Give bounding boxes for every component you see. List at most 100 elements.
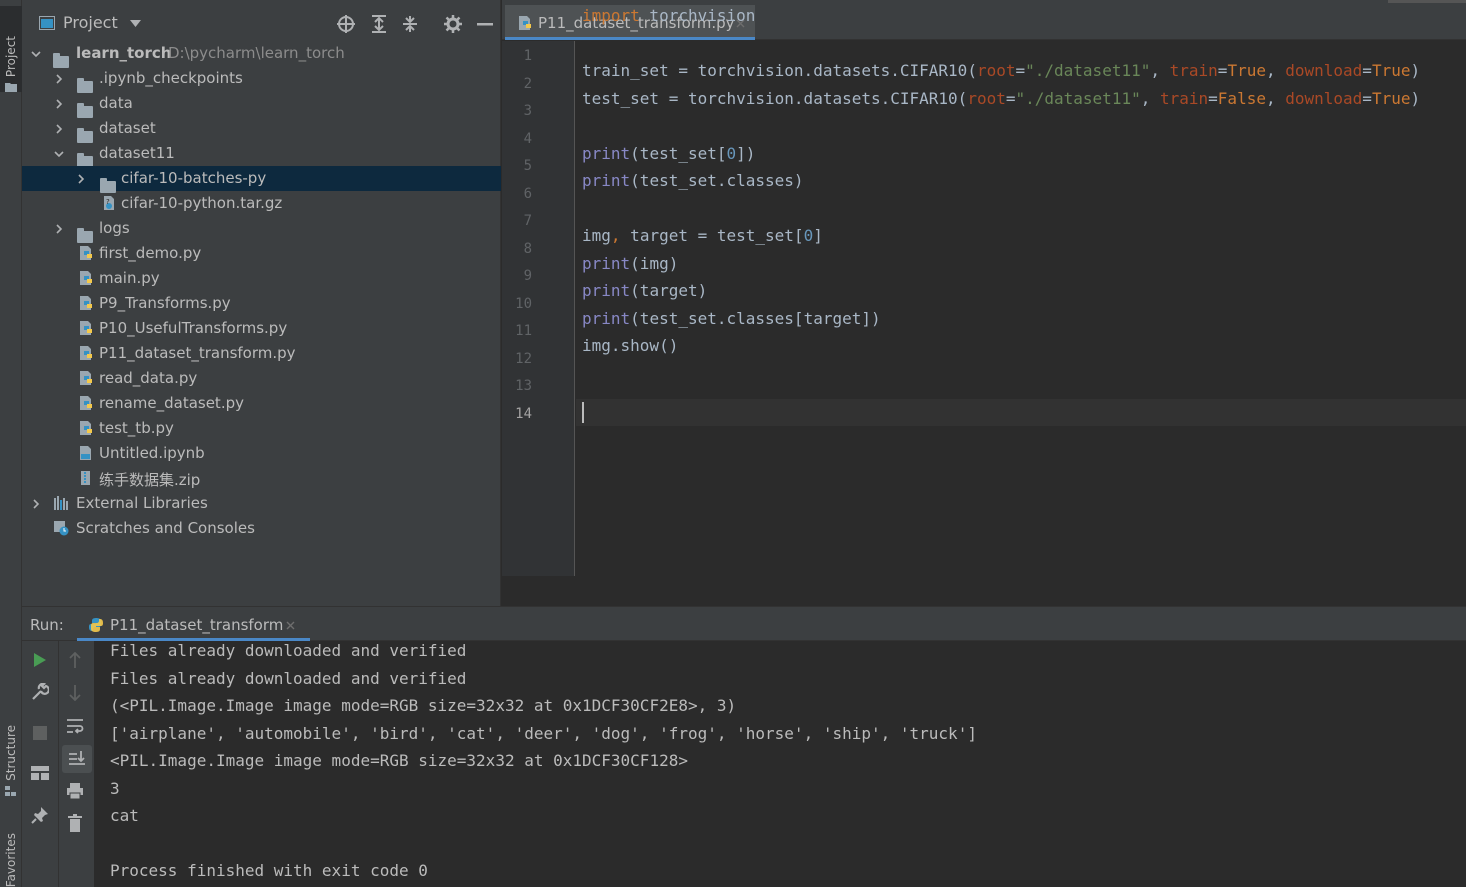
chevron-right-icon[interactable] xyxy=(54,74,64,84)
code-token: = xyxy=(1015,61,1026,80)
expand-all-icon[interactable] xyxy=(371,15,387,33)
code-token: ]) xyxy=(736,144,756,163)
code-line[interactable]: print(test_set.classes) xyxy=(582,171,804,190)
pin-tab-button[interactable] xyxy=(29,804,51,826)
folder-icon xyxy=(5,83,17,92)
clear-all-button[interactable] xyxy=(64,812,86,834)
console-line: Files already downloaded and verified xyxy=(110,641,467,660)
structure-tool-tab[interactable]: Structure xyxy=(0,710,22,796)
favorites-tool-tab[interactable]: Favorites xyxy=(0,815,22,887)
tree-item-p10-usefultransforms-py[interactable]: P10_UsefulTransforms.py xyxy=(22,316,501,341)
python-file-icon xyxy=(80,271,92,285)
tree-item-label: P9_Transforms.py xyxy=(99,294,231,312)
code-token: print xyxy=(582,171,631,190)
code-token: = xyxy=(1208,89,1218,108)
code-token: (test_set.classes[target]) xyxy=(630,309,881,328)
run-panel-header: Run: P11_dataset_transform xyxy=(22,607,1466,641)
tree-item-dataset11[interactable]: dataset11 xyxy=(22,141,501,168)
run-panel-label: Run: xyxy=(30,616,64,634)
soft-wrap-button[interactable] xyxy=(64,715,86,737)
chevron-right-icon[interactable] xyxy=(54,224,64,234)
tree-item-rename-dataset-py[interactable]: rename_dataset.py xyxy=(22,391,501,416)
code-line[interactable]: print(target) xyxy=(582,281,707,300)
editor-gutter: 1 2 3 4 5 6 7 8 9 10 11 12 13 14 xyxy=(502,41,575,576)
project-tool-tab[interactable]: Project xyxy=(0,6,22,92)
tree-item-label: Scratches and Consoles xyxy=(76,519,255,537)
tree-item-main-py[interactable]: main.py xyxy=(22,266,501,291)
code-token: , xyxy=(610,226,621,245)
code-line[interactable]: test_set = torchvision.datasets.CIFAR10(… xyxy=(582,89,1420,108)
tree-item-external-libraries[interactable]: External Libraries xyxy=(22,491,501,516)
chevron-right-icon[interactable] xyxy=(31,499,41,509)
tree-item-logs[interactable]: logs xyxy=(22,216,501,243)
console-line: 3 xyxy=(110,779,120,798)
code-token: = xyxy=(1362,61,1372,80)
code-token: (target) xyxy=(630,281,708,300)
scroll-up-button[interactable] xyxy=(64,649,86,671)
scratches-icon xyxy=(54,521,69,536)
run-tab-p11-dataset-transform[interactable]: P11_dataset_transform xyxy=(77,607,310,641)
code-token: ) xyxy=(1410,61,1421,80)
code-line[interactable]: print(img) xyxy=(582,254,678,273)
editor-scroll-thumb[interactable] xyxy=(1388,0,1466,3)
tree-item-label: main.py xyxy=(99,269,160,287)
code-line[interactable]: import torchvision xyxy=(582,6,755,25)
tree-item-zip-archive[interactable]: 练手数据集.zip xyxy=(22,466,501,491)
gear-icon[interactable] xyxy=(444,15,462,33)
tree-item-cifar-10-python-tar-gz[interactable]: ? cifar-10-python.tar.gz xyxy=(22,191,501,216)
line-number: 4 xyxy=(523,131,532,147)
chevron-down-icon[interactable] xyxy=(54,149,64,159)
tree-item-label: P11_dataset_transform.py xyxy=(99,344,296,362)
chevron-right-icon[interactable] xyxy=(76,174,86,184)
tree-item-data[interactable]: data xyxy=(22,91,501,118)
code-token: , xyxy=(1150,61,1170,80)
tree-item-read-data-py[interactable]: read_data.py xyxy=(22,366,501,391)
rerun-button[interactable] xyxy=(29,649,51,671)
print-button[interactable] xyxy=(64,780,86,802)
chevron-down-icon[interactable] xyxy=(31,49,41,59)
line-number: 9 xyxy=(523,268,532,284)
edit-config-button[interactable] xyxy=(29,681,51,703)
code-line[interactable]: img, target = test_set[0] xyxy=(582,226,823,245)
python-file-icon xyxy=(80,396,92,410)
toolbar-divider xyxy=(58,641,59,887)
console-line: Files already downloaded and verified xyxy=(110,669,467,688)
code-token: "./dataset11" xyxy=(1025,61,1151,80)
tree-item-label: test_tb.py xyxy=(99,419,174,437)
stop-button[interactable] xyxy=(29,722,51,744)
code-token: , xyxy=(1265,89,1286,108)
tree-item-ipynb-checkpoints[interactable]: .ipynb_checkpoints xyxy=(22,66,501,93)
tree-item-label: dataset11 xyxy=(99,144,175,162)
scroll-to-end-toggle[interactable] xyxy=(62,745,92,773)
locate-file-icon[interactable] xyxy=(337,15,355,33)
tree-item-cifar-10-batches-py[interactable]: cifar-10-batches-py xyxy=(22,166,501,193)
tree-item-label: Untitled.ipynb xyxy=(99,444,205,462)
code-line[interactable]: print(test_set[0]) xyxy=(582,144,755,163)
restore-layout-button[interactable] xyxy=(29,762,51,784)
tree-item-label: first_demo.py xyxy=(99,244,202,262)
tree-item-learn-torch[interactable]: learn_torch D:\pycharm\learn_torch xyxy=(22,41,501,68)
code-line[interactable]: train_set = torchvision.datasets.CIFAR10… xyxy=(582,61,1420,80)
close-icon[interactable] xyxy=(286,621,295,630)
tree-item-label: 练手数据集.zip xyxy=(99,471,201,489)
code-token: print xyxy=(582,144,631,163)
hide-panel-icon[interactable] xyxy=(477,23,493,26)
chevron-right-icon[interactable] xyxy=(54,99,64,109)
project-panel-title[interactable]: Project xyxy=(63,13,118,32)
code-token: img xyxy=(582,226,611,245)
tree-item-untitled-ipynb[interactable]: Untitled.ipynb xyxy=(22,441,501,466)
tree-item-scratches-and-consoles[interactable]: Scratches and Consoles xyxy=(22,516,501,541)
scroll-down-button[interactable] xyxy=(64,682,86,704)
code-line[interactable]: img.show() xyxy=(582,336,678,355)
arrow-down-icon xyxy=(69,685,81,701)
code-line[interactable]: print(test_set.classes[target]) xyxy=(582,309,881,328)
chevron-right-icon[interactable] xyxy=(54,124,64,134)
tree-item-p9-transforms-py[interactable]: P9_Transforms.py xyxy=(22,291,501,316)
chevron-down-icon[interactable] xyxy=(130,20,141,27)
tree-item-dataset[interactable]: dataset xyxy=(22,116,501,143)
tree-item-first-demo-py[interactable]: first_demo.py xyxy=(22,241,501,266)
tree-item-test-tb-py[interactable]: test_tb.py xyxy=(22,416,501,441)
collapse-all-icon[interactable] xyxy=(402,15,418,33)
libraries-icon xyxy=(54,496,68,510)
tree-item-p11-dataset-transform-py[interactable]: P11_dataset_transform.py xyxy=(22,341,501,366)
